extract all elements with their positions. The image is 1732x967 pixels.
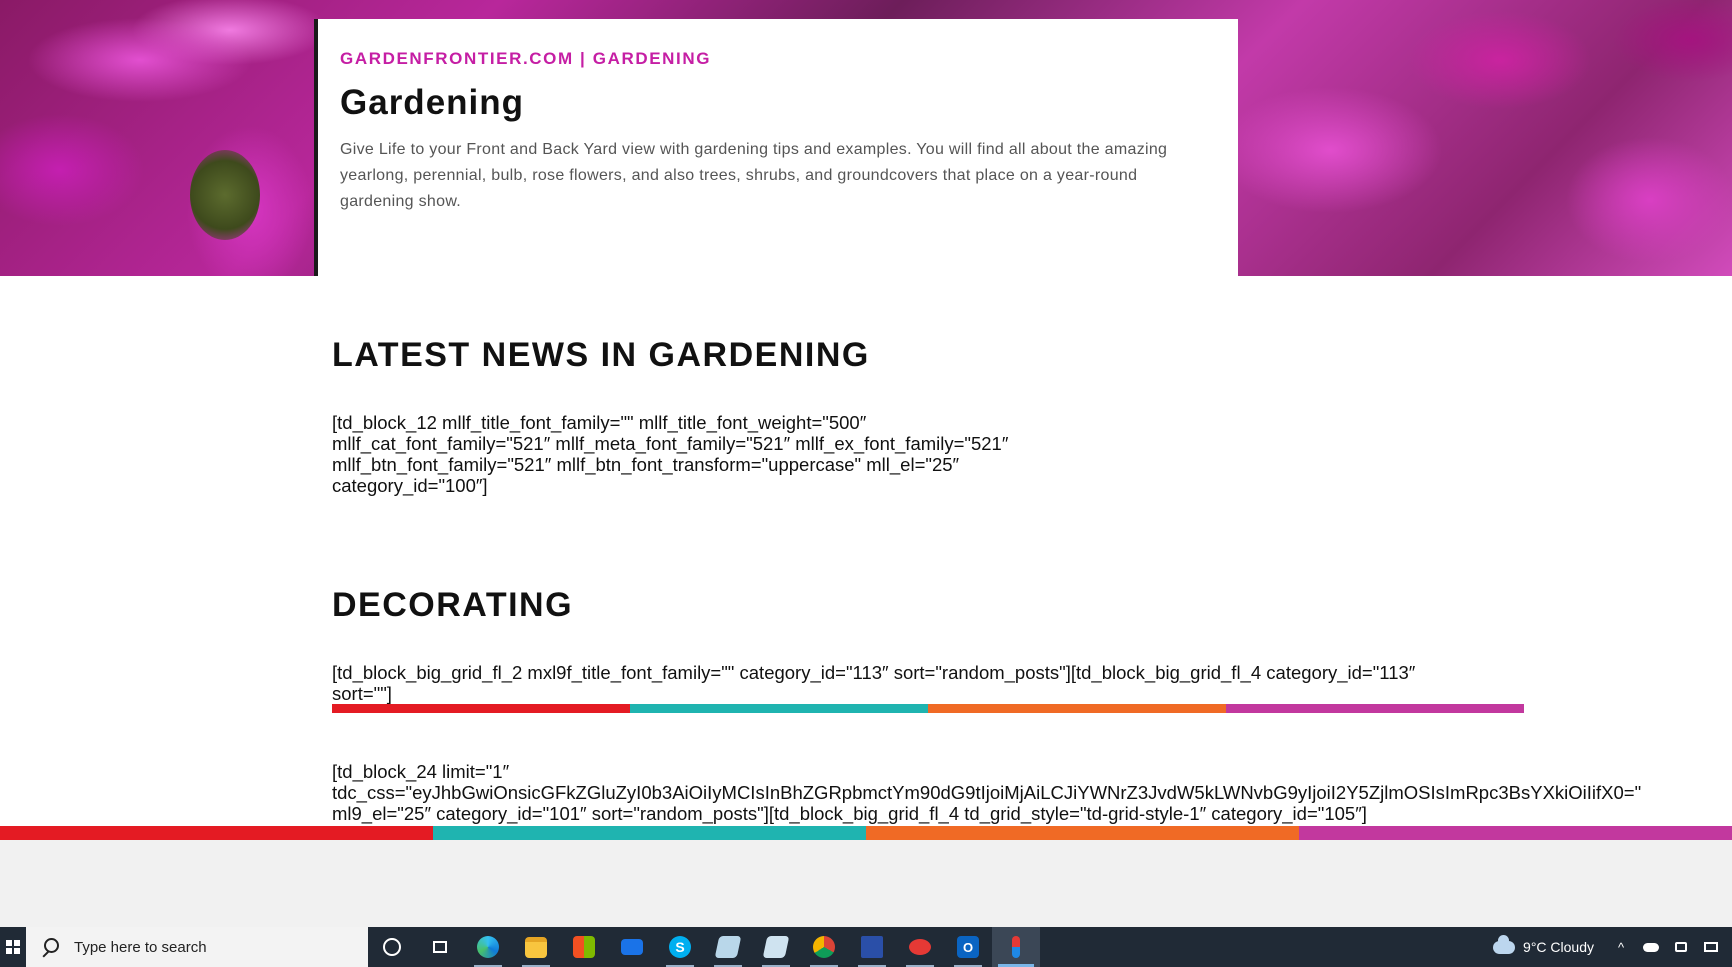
footer-area <box>0 840 1732 927</box>
shortcode-text: [td_block_24 limit="1″ tdc_css="eyJhbGwi… <box>332 761 1642 824</box>
store-icon[interactable] <box>560 927 608 967</box>
notepad2-icon[interactable] <box>752 927 800 967</box>
stripe-teal <box>433 826 866 840</box>
category-description: Give Life to your Front and Back Yard vi… <box>340 141 1168 210</box>
stripe-pink <box>1226 704 1524 713</box>
chrome-icon[interactable] <box>800 927 848 967</box>
start-button[interactable] <box>0 927 26 967</box>
windows-taskbar: Type here to search S O 9°C Cloudy ^ <box>0 927 1732 967</box>
app-active-icon[interactable] <box>992 927 1040 967</box>
section-heading-latest-news: LATEST NEWS IN GARDENING <box>332 336 870 374</box>
shortcode-text: [td_block_12 mllf_title_font_family="" m… <box>332 412 1009 496</box>
stripe-pink <box>1299 826 1732 840</box>
page-title: Gardening <box>340 83 525 122</box>
stripe-red <box>332 704 630 713</box>
network-icon[interactable] <box>1672 940 1690 954</box>
outlook-icon[interactable]: O <box>944 927 992 967</box>
taskbar-search-box[interactable]: Type here to search <box>26 927 368 967</box>
onedrive-icon[interactable] <box>1642 940 1660 954</box>
task-view-icon[interactable] <box>416 927 464 967</box>
skype-icon[interactable]: S <box>656 927 704 967</box>
stripe-teal <box>630 704 928 713</box>
weather-widget[interactable]: 9°C Cloudy <box>1493 934 1594 955</box>
floppy-icon[interactable] <box>848 927 896 967</box>
app-red-icon[interactable] <box>896 927 944 967</box>
system-tray: 9°C Cloudy ^ <box>1493 927 1732 967</box>
category-header-card: GARDENFRONTIER.COM | GARDENING Gardening… <box>314 19 1238 276</box>
keyboard-icon[interactable] <box>1702 940 1720 954</box>
mail-icon[interactable] <box>608 927 656 967</box>
shortcode-text: [td_block_big_grid_fl_2 mxl9f_title_font… <box>332 662 1416 704</box>
notepad-icon[interactable] <box>704 927 752 967</box>
footer-color-stripe <box>0 826 1732 840</box>
search-placeholder: Type here to search <box>74 938 207 956</box>
weather-text: 9°C Cloudy <box>1523 939 1594 955</box>
edge-icon[interactable] <box>464 927 512 967</box>
color-stripe <box>332 704 1524 713</box>
cortana-icon[interactable] <box>368 927 416 967</box>
windows-logo-icon <box>6 940 20 954</box>
section-heading-decorating: DECORATING <box>332 586 574 624</box>
chevron-up-icon[interactable]: ^ <box>1612 940 1630 955</box>
stripe-orange <box>928 704 1226 713</box>
flower-image <box>190 150 260 240</box>
stripe-orange <box>866 826 1299 840</box>
file-explorer-icon[interactable] <box>512 927 560 967</box>
breadcrumb[interactable]: GARDENFRONTIER.COM | GARDENING <box>340 49 711 69</box>
cloud-icon <box>1493 934 1516 954</box>
stripe-red <box>0 826 433 840</box>
search-icon <box>40 937 60 957</box>
